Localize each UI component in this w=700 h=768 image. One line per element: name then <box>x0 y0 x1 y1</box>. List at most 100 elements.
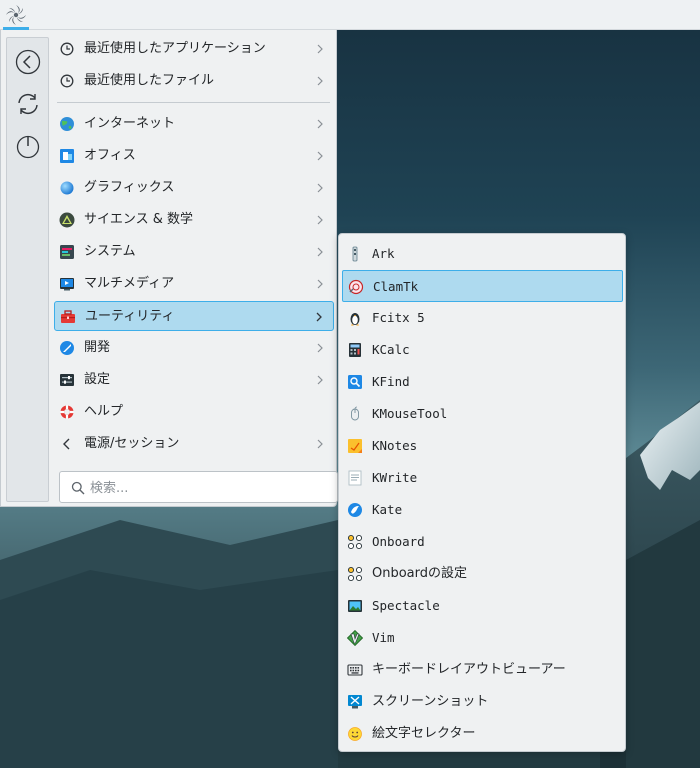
launcher-button[interactable] <box>3 2 29 28</box>
submenu-item-label: スクリーンショット <box>372 694 489 709</box>
menu-item-graphics[interactable]: グラフィックス <box>54 173 334 203</box>
back-button[interactable] <box>14 48 42 76</box>
search-input[interactable] <box>90 478 330 498</box>
chevron-right-icon <box>317 215 323 225</box>
submenu-item-fcitx5[interactable]: Fcitx 5 <box>342 302 623 334</box>
menu-separator <box>57 102 330 103</box>
submenu-item-label: 絵文字セレクター <box>372 726 476 741</box>
chevron-right-icon <box>316 312 322 322</box>
submenu-item-label: Kate <box>372 502 403 517</box>
menu-item-label: 最近使用したファイル <box>84 73 215 88</box>
power-button[interactable] <box>14 132 42 160</box>
launcher-swirl-icon <box>6 5 26 25</box>
submenu-item-ark[interactable]: Ark <box>342 238 623 270</box>
submenu-item-label: KFind <box>372 374 410 389</box>
clock-icon <box>60 42 74 56</box>
submenu-item-label: Spectacle <box>372 598 440 613</box>
submenu-item-spectacle[interactable]: Spectacle <box>342 590 623 622</box>
submenu-item-label: キーボードレイアウトビューアー <box>372 662 566 677</box>
submenu-item-kate[interactable]: Kate <box>342 494 623 526</box>
menu-item-development[interactable]: 開発 <box>54 333 334 363</box>
submenu-item-keyboard-layout-viewer[interactable]: キーボードレイアウトビューアー <box>342 654 623 686</box>
submenu-item-label: Onboard <box>372 534 425 549</box>
notes-icon <box>348 439 362 453</box>
submenu-item-clamtk[interactable]: ClamTk <box>342 270 623 302</box>
submenu-item-vim[interactable]: Vim <box>342 622 623 654</box>
submenu-item-kmousetool[interactable]: KMouseTool <box>342 398 623 430</box>
submenu-item-label: KCalc <box>372 342 410 357</box>
kfind-magnifier-icon <box>348 375 362 389</box>
menu-item-science[interactable]: サイエンス & 数学 <box>54 205 334 235</box>
search-box[interactable] <box>59 471 338 503</box>
menu-item-label: サイエンス & 数学 <box>84 212 194 227</box>
clock-icon <box>60 74 74 88</box>
graphics-icon <box>60 181 74 195</box>
back-arrow-icon <box>15 49 41 75</box>
menu-item-label: インターネット <box>84 116 176 131</box>
kate-bird-icon <box>348 503 362 517</box>
switch-user-button[interactable] <box>14 90 42 118</box>
submenu-item-kwrite[interactable]: KWrite <box>342 462 623 494</box>
submenu-item-label: ClamTk <box>373 279 419 294</box>
keyboard-dots-icon <box>347 566 363 582</box>
chevron-right-icon <box>317 151 323 161</box>
menu-item-multimedia[interactable]: マルチメディア <box>54 269 334 299</box>
menu-item-office[interactable]: オフィス <box>54 141 334 171</box>
clamtk-shield-icon <box>348 279 364 295</box>
menu-item-label: オフィス <box>84 148 136 163</box>
screenshot-icon <box>348 695 362 709</box>
submenu-item-kcalc[interactable]: KCalc <box>342 334 623 366</box>
menu-item-internet[interactable]: インターネット <box>54 109 334 139</box>
menu-item-label: 設定 <box>84 372 111 387</box>
submenu-item-label: Vim <box>372 630 395 645</box>
help-lifebuoy-icon <box>60 405 74 419</box>
chevron-right-icon <box>317 247 323 257</box>
back-chevron-icon <box>63 438 70 450</box>
menu-item-recent-apps[interactable]: 最近使用したアプリケーション <box>54 34 334 64</box>
menu-item-help[interactable]: ヘルプ <box>54 397 334 427</box>
menu-item-recent-files[interactable]: 最近使用したファイル <box>54 66 334 96</box>
keyboard-dots-icon <box>347 534 363 550</box>
menu-item-system[interactable]: システム <box>54 237 334 267</box>
chevron-right-icon <box>317 44 323 54</box>
submenu-item-onboard-settings[interactable]: Onboardの設定 <box>342 558 623 590</box>
submenu-item-knotes[interactable]: KNotes <box>342 430 623 462</box>
menu-item-label: 最近使用したアプリケーション <box>84 41 266 56</box>
menu-item-label: 開発 <box>84 340 111 355</box>
submenu-item-label: KMouseTool <box>372 406 448 421</box>
menu-item-label: グラフィックス <box>84 180 175 195</box>
submenu-item-kfind[interactable]: KFind <box>342 366 623 398</box>
submenu-item-label: Onboardの設定 <box>372 566 468 581</box>
chevron-right-icon <box>317 119 323 129</box>
menu-item-label: ユーティリティ <box>85 309 175 324</box>
menu-item-settings[interactable]: 設定 <box>54 365 334 395</box>
taskbar <box>0 0 700 30</box>
globe-icon <box>60 117 74 131</box>
refresh-icon <box>18 93 38 115</box>
science-icon <box>59 212 75 228</box>
chevron-right-icon <box>317 183 323 193</box>
menu-item-label: マルチメディア <box>84 276 175 291</box>
ark-archive-icon <box>352 246 358 262</box>
menu-item-label: システム <box>84 244 136 259</box>
application-menu: 最近使用したアプリケーション 最近使用したファイル インターネット オフィス グ… <box>0 30 338 507</box>
chevron-right-icon <box>317 76 323 86</box>
submenu-item-emoji-selector[interactable]: 絵文字セレクター <box>342 718 623 750</box>
menu-item-label: 電源/セッション <box>84 436 180 451</box>
menu-item-power-session[interactable]: 電源/セッション <box>54 429 334 459</box>
spectacle-icon <box>348 600 362 612</box>
fcitx-penguin-icon <box>350 313 360 326</box>
submenu-item-onboard[interactable]: Onboard <box>342 526 623 558</box>
utilities-submenu: Ark ClamTk Fcitx 5 KCalc KFind KMouseToo… <box>338 233 626 752</box>
submenu-item-label: Ark <box>372 246 395 261</box>
submenu-item-screenshot[interactable]: スクリーンショット <box>342 686 623 718</box>
text-editor-icon <box>348 470 362 486</box>
keyboard-icon <box>347 664 363 676</box>
sidebar-strip <box>6 37 49 502</box>
menu-item-label: ヘルプ <box>84 404 124 419</box>
menu-item-utilities[interactable]: ユーティリティ <box>54 301 334 331</box>
office-icon <box>60 149 74 163</box>
chevron-right-icon <box>317 279 323 289</box>
development-icon <box>60 341 74 355</box>
submenu-item-label: KWrite <box>372 470 418 485</box>
